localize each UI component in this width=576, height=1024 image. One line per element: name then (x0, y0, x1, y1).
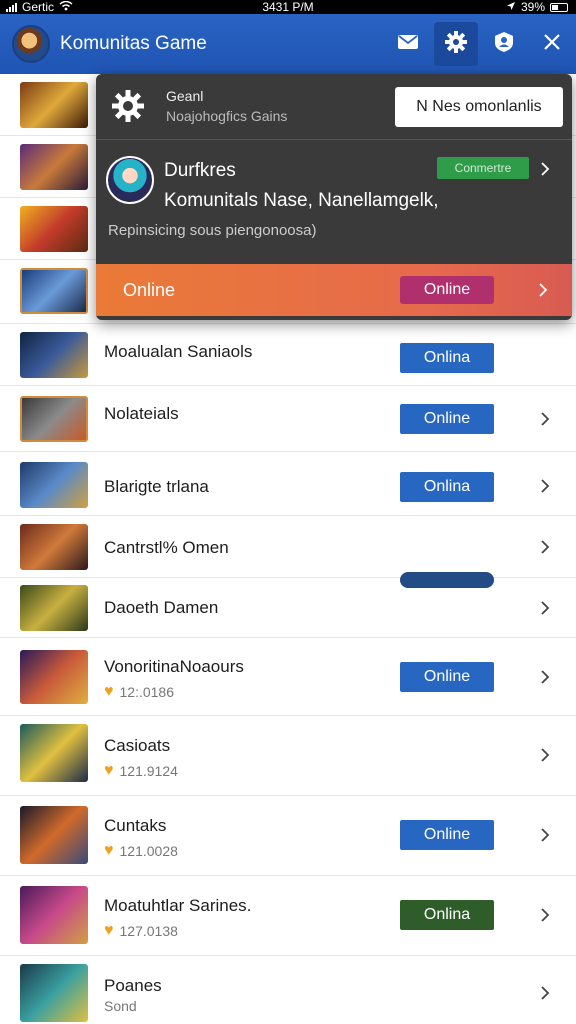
chevron-right-icon[interactable] (538, 162, 552, 176)
community-popup: Geanl Noajohogfics Gains N Nes omonlanli… (96, 74, 572, 320)
heart-icon: ♥ (104, 683, 114, 700)
game-thumbnail (20, 396, 88, 442)
game-thumbnail (20, 585, 88, 631)
online-label: Online (123, 280, 176, 300)
game-meta: Sond (104, 998, 137, 1014)
heart-icon: ♥ (104, 762, 114, 779)
popup-setting-title: Geanl (166, 88, 204, 104)
list-item[interactable]: Cantrstl% Omen (0, 516, 576, 578)
list-item[interactable]: Moatuhtlar Sarines. ♥ 127.0138 Onlina (0, 876, 576, 956)
profile-description: Komunitals Nase, Nanellamgelk, (164, 190, 439, 211)
list-item[interactable]: Nolateials Online (0, 386, 576, 452)
game-thumbnail (20, 886, 88, 944)
screen: Gertic 3431 P/M 39% Komunitas Game Moalu… (0, 0, 576, 1024)
list-item[interactable]: VonoritinaNoaours ♥ 12:.0186 Online (0, 638, 576, 716)
game-count: 12:.0186 (119, 684, 175, 700)
status-time: 3431 P/M (262, 0, 314, 14)
game-count: 121.9124 (119, 763, 178, 779)
mail-icon (397, 34, 419, 55)
chevron-right-icon[interactable] (538, 670, 552, 684)
status-button[interactable]: Onlina (400, 900, 494, 930)
chevron-right-icon[interactable] (538, 412, 552, 426)
chevron-right-icon[interactable] (538, 479, 552, 493)
game-title: Nolateials (104, 404, 179, 423)
profile-name: Durfkres (164, 160, 236, 181)
status-bar: Gertic 3431 P/M 39% (0, 0, 576, 14)
status-button[interactable]: Online (400, 662, 494, 692)
game-title: Blarigte trlana (104, 477, 209, 496)
game-thumbnail (20, 462, 88, 508)
game-thumbnail (20, 332, 88, 378)
game-thumbnail (20, 806, 88, 864)
battery-percent: 39% (520, 0, 545, 14)
chevron-right-icon[interactable] (538, 748, 552, 762)
game-thumbnail (20, 964, 88, 1022)
popup-settings-section: Geanl Noajohogfics Gains N Nes omonlanli… (96, 74, 572, 140)
close-icon (543, 33, 561, 56)
game-thumbnail (20, 144, 88, 190)
chevron-right-icon[interactable] (538, 601, 552, 615)
game-thumbnail (20, 206, 88, 252)
chevron-right-icon[interactable] (538, 540, 552, 554)
app-avatar[interactable] (12, 25, 50, 63)
profile-subtitle: Repinsicing sous piengonoosa) (108, 222, 317, 239)
battery-icon (550, 2, 568, 12)
list-item[interactable]: Casioats ♥ 121.9124 (0, 716, 576, 796)
game-meta: ♥ 121.9124 (104, 762, 178, 780)
community-badge[interactable]: Conmertre (437, 157, 529, 179)
chevron-right-icon[interactable] (538, 986, 552, 1000)
list-item[interactable]: Cuntaks ♥ 121.0028 Online (0, 796, 576, 876)
community-button[interactable] (482, 22, 526, 66)
close-button[interactable] (530, 22, 574, 66)
chevron-right-icon[interactable] (538, 908, 552, 922)
game-title: Casioats (104, 736, 171, 755)
game-thumbnail (20, 268, 88, 314)
game-title: Moatuhtlar Sarines. (104, 896, 252, 915)
list-item[interactable]: Moalualan Saniaols Onlina (0, 324, 576, 386)
list-item[interactable]: Poanes Sond (0, 956, 576, 1024)
header-actions (384, 14, 576, 74)
app-title: Komunitas Game (60, 33, 207, 54)
community-icon (493, 31, 515, 58)
game-title: Poanes (104, 976, 162, 995)
game-thumbnail (20, 724, 88, 782)
game-title: Daoeth Damen (104, 598, 219, 617)
status-button[interactable]: Online (400, 820, 494, 850)
game-title: Cuntaks (104, 816, 167, 835)
game-thumbnail (20, 82, 88, 128)
game-title: VonoritinaNoaours (104, 657, 244, 676)
popup-setting-subtitle: Noajohogfics Gains (166, 108, 288, 124)
game-meta: ♥ 121.0028 (104, 842, 178, 860)
status-button[interactable]: Onlina (400, 343, 494, 373)
status-button[interactable]: Online (400, 404, 494, 434)
heart-icon: ♥ (104, 842, 114, 859)
status-button[interactable] (400, 572, 494, 588)
profile-avatar[interactable] (106, 156, 154, 204)
online-button[interactable]: Online (400, 276, 494, 304)
game-count: 127.0138 (119, 923, 178, 939)
gear-icon (110, 88, 146, 124)
game-meta: ♥ 127.0138 (104, 922, 178, 940)
game-thumbnail (20, 650, 88, 704)
settings-button[interactable] (434, 22, 478, 66)
app-header: Komunitas Game (0, 14, 576, 74)
game-thumbnail (20, 524, 88, 570)
chevron-right-icon[interactable] (538, 828, 552, 842)
game-title: Moalualan Saniaols (104, 342, 253, 361)
location-icon (506, 0, 516, 14)
status-button[interactable]: Onlina (400, 472, 494, 502)
game-meta: ♥ 12:.0186 (104, 683, 174, 701)
game-title: Cantrstl% Omen (104, 538, 229, 557)
list-item[interactable]: Blarigte trlana Onlina (0, 452, 576, 516)
list-item[interactable]: Daoeth Damen (0, 572, 576, 638)
status-right: 39% (506, 0, 568, 14)
gear-icon (444, 30, 468, 59)
notification-button[interactable]: N Nes omonlanlis (395, 87, 563, 127)
heart-icon: ♥ (104, 922, 114, 939)
online-bar[interactable]: Online Online (96, 264, 572, 316)
game-count: 121.0028 (119, 843, 178, 859)
chevron-right-icon[interactable] (536, 283, 550, 297)
mail-button[interactable] (386, 22, 430, 66)
